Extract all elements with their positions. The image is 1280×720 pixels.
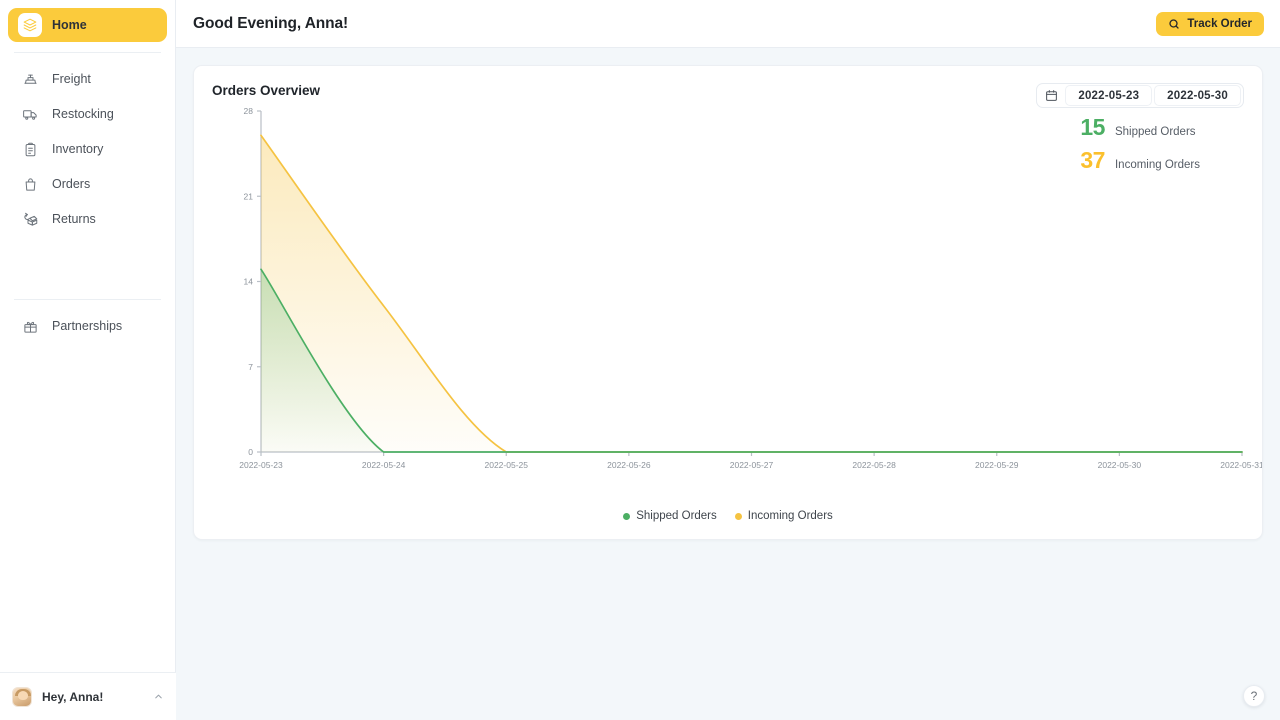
sidebar-divider-bottom	[14, 299, 161, 300]
y-axis-tick-label: 7	[248, 362, 253, 372]
x-axis-tick-label: 2022-05-24	[362, 460, 406, 470]
sidebar-item-restocking[interactable]: Restocking	[8, 97, 167, 131]
sidebar-item-partnerships[interactable]: Partnerships	[8, 309, 167, 343]
x-axis-tick-label: 2022-05-27	[730, 460, 774, 470]
sidebar-item-label: Inventory	[52, 143, 103, 156]
main-region: Good Evening, Anna! Track Order Orders O…	[176, 0, 1280, 720]
sidebar-item-home[interactable]: Home	[8, 8, 167, 42]
sidebar-item-label: Returns	[52, 213, 96, 226]
sidebar-item-label: Freight	[52, 73, 91, 86]
legend-item-incoming[interactable]: Incoming Orders	[735, 510, 833, 522]
sidebar-primary-nav: Home	[0, 0, 175, 43]
sidebar-item-label: Home	[52, 19, 87, 32]
x-axis-tick-label: 2022-05-30	[1098, 460, 1142, 470]
x-axis-tick-label: 2022-05-25	[485, 460, 529, 470]
chevron-up-icon[interactable]	[153, 691, 164, 702]
user-greeting: Hey, Anna!	[42, 690, 143, 704]
x-axis-tick-label: 2022-05-28	[852, 460, 896, 470]
sidebar-spacer	[0, 344, 175, 720]
sidebar-item-label: Partnerships	[52, 320, 122, 333]
card-title: Orders Overview	[212, 83, 320, 98]
question-mark-icon: ?	[1251, 689, 1258, 703]
sidebar-divider-top	[14, 52, 161, 53]
legend-label: Incoming Orders	[748, 510, 833, 522]
y-axis-tick-label: 0	[248, 447, 253, 457]
sidebar: Home Freight	[0, 0, 176, 720]
y-axis-tick-label: 14	[244, 277, 254, 287]
y-axis-tick-label: 28	[244, 106, 254, 116]
sidebar-item-label: Restocking	[52, 108, 114, 121]
chart-area-incoming	[261, 135, 1242, 452]
sidebar-tertiary-nav: Partnerships	[0, 309, 175, 344]
orders-overview-card: Orders Overview 2022-	[193, 65, 1263, 540]
app-root: Home Freight	[0, 0, 1280, 720]
sidebar-item-inventory[interactable]: Inventory	[8, 132, 167, 166]
legend-label: Shipped Orders	[636, 510, 717, 522]
clipboard-icon	[18, 137, 42, 161]
shopping-bag-icon	[18, 172, 42, 196]
truck-icon	[18, 102, 42, 126]
legend-dot-icon	[623, 513, 630, 520]
help-button[interactable]: ?	[1243, 685, 1265, 707]
freight-ship-icon	[18, 67, 42, 91]
gift-icon	[18, 314, 42, 338]
track-order-button[interactable]: Track Order	[1156, 12, 1264, 36]
x-axis-tick-label: 2022-05-29	[975, 460, 1019, 470]
content-area: Orders Overview 2022-	[176, 48, 1280, 720]
y-axis-tick-label: 21	[244, 191, 254, 201]
x-axis-tick-label: 2022-05-23	[239, 460, 283, 470]
sidebar-item-orders[interactable]: Orders	[8, 167, 167, 201]
chart-canvas: 0 7 14 21 28 2022-05-23 2022-05-24 2022-05-25 20…	[194, 102, 1262, 492]
chart-legend: Shipped Orders Incoming Orders	[194, 510, 1262, 522]
avatar	[12, 687, 32, 707]
return-box-icon	[18, 207, 42, 231]
layers-icon	[18, 13, 42, 37]
orders-area-chart: 0 7 14 21 28 2022-05-23 2022-05-24 2022-05-25 20…	[194, 102, 1262, 532]
legend-dot-icon	[735, 513, 742, 520]
sidebar-secondary-nav: Freight Restocking	[0, 62, 175, 237]
top-bar: Good Evening, Anna! Track Order	[176, 0, 1280, 48]
sidebar-item-freight[interactable]: Freight	[8, 62, 167, 96]
search-icon	[1168, 18, 1180, 30]
sidebar-item-label: Orders	[52, 178, 90, 191]
x-axis-tick-label: 2022-05-31	[1220, 460, 1262, 470]
track-order-label: Track Order	[1187, 18, 1252, 30]
legend-item-shipped[interactable]: Shipped Orders	[623, 510, 717, 522]
calendar-icon	[1045, 89, 1058, 102]
sidebar-item-returns[interactable]: Returns	[8, 202, 167, 236]
x-axis-tick-label: 2022-05-26	[607, 460, 651, 470]
user-profile-bar[interactable]: Hey, Anna!	[0, 672, 176, 720]
page-title: Good Evening, Anna!	[193, 15, 348, 33]
